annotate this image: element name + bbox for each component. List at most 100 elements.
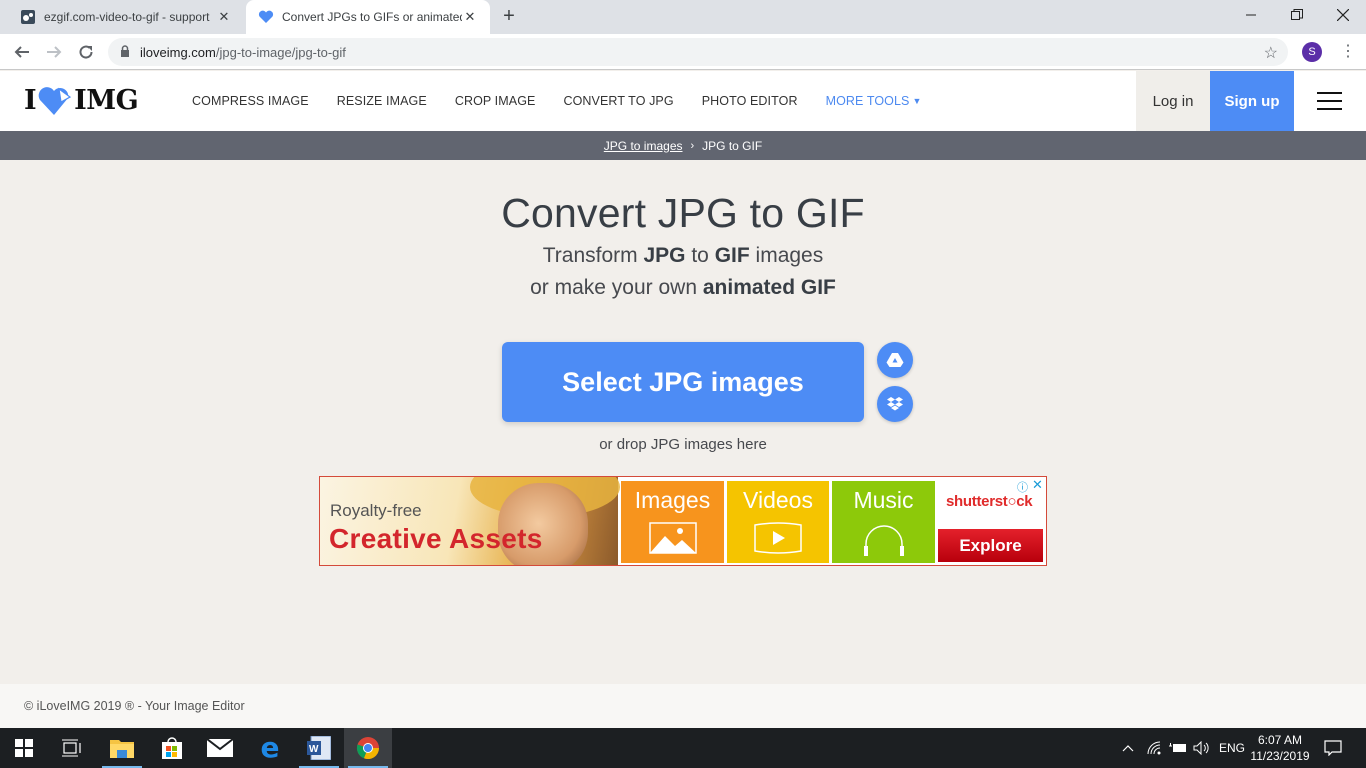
show-hidden-icons[interactable]	[1122, 728, 1134, 768]
ad-explore-button[interactable]: Explore	[938, 529, 1043, 562]
mail-envelope-icon	[207, 739, 233, 757]
ad-tile-images[interactable]: Images	[621, 481, 724, 563]
action-center-icon[interactable]	[1324, 728, 1342, 768]
ad-eyebrow: Royalty-free	[330, 501, 422, 520]
caret-down-icon: ▼	[912, 96, 922, 106]
breadcrumb-current: JPG to GIF	[702, 138, 763, 153]
svg-text:W: W	[309, 744, 319, 755]
ad-tile-label: Images	[634, 487, 711, 513]
file-explorer-button[interactable]	[98, 728, 146, 768]
word-doc-icon: W	[307, 736, 331, 760]
main-nav: COMPRESS IMAGE RESIZE IMAGE CROP IMAGE C…	[192, 71, 950, 131]
browser-tab-strip: ezgif.com-video-to-gif - support ✕ Conve…	[0, 0, 1366, 34]
language-indicator[interactable]: ENG	[1219, 728, 1245, 768]
signup-button[interactable]: Sign up	[1210, 71, 1294, 131]
restore-button[interactable]	[1274, 0, 1320, 30]
task-view-icon	[62, 739, 81, 757]
tab-iloveimg[interactable]: Convert JPGs to GIFs or animated ✕	[246, 0, 490, 34]
edge-logo-icon: e	[260, 731, 280, 764]
wifi-icon[interactable]	[1146, 728, 1162, 768]
chrome-button[interactable]	[344, 728, 392, 768]
ad-tile-videos[interactable]: Videos	[727, 481, 829, 563]
clock-time: 6:07 AM	[1257, 733, 1303, 747]
heart-favicon-icon	[258, 9, 274, 25]
google-drive-icon	[886, 353, 904, 367]
select-images-button[interactable]: Select JPG images	[502, 342, 864, 422]
chrome-logo-icon	[356, 737, 380, 760]
logo-text-img: IMG	[74, 85, 139, 116]
breadcrumb-parent-link[interactable]: JPG to images	[604, 139, 683, 153]
reload-button[interactable]	[74, 40, 98, 64]
nav-crop-image[interactable]: CROP IMAGE	[455, 94, 536, 108]
close-tab-icon[interactable]: ✕	[462, 9, 478, 25]
breadcrumb: JPG to images › JPG to GIF	[0, 131, 1366, 160]
login-button[interactable]: Log in	[1136, 71, 1210, 131]
tab-title: ezgif.com-video-to-gif - support	[44, 10, 210, 24]
drop-hint: or drop JPG images here	[599, 436, 767, 453]
more-tools-label: MORE TOOLS	[825, 94, 910, 108]
main-content: Convert JPG to GIF Transform JPG to GIF …	[0, 160, 1366, 684]
mail-button[interactable]	[196, 728, 244, 768]
hamburger-menu-icon[interactable]	[1317, 92, 1342, 110]
microsoft-store-button[interactable]	[148, 728, 196, 768]
image-icon	[648, 522, 697, 554]
system-clock[interactable]: 6:07 AM 11/23/2019	[1250, 732, 1310, 764]
clock-date: 11/23/2019	[1250, 749, 1310, 763]
video-play-icon	[754, 522, 802, 554]
address-bar[interactable]: iloveimg.com/jpg-to-image/jpg-to-gif ☆	[108, 38, 1288, 66]
ad-headline: Creative Assets	[329, 523, 543, 554]
ad-tile-music[interactable]: Music	[832, 481, 935, 563]
volume-icon[interactable]	[1193, 728, 1211, 768]
browser-menu-icon[interactable]: ⋮	[1340, 42, 1356, 62]
ad-info-icon[interactable]: ⓘ	[1017, 479, 1028, 495]
windows-logo-icon	[15, 739, 33, 757]
url-host: iloveimg.com	[140, 44, 216, 60]
windows-taskbar: e W ENG 6:07 AM 11/23/2019	[0, 728, 1366, 768]
nav-compress-image[interactable]: COMPRESS IMAGE	[192, 94, 309, 108]
google-drive-button[interactable]	[877, 342, 913, 378]
shutterstock-logo: shutterst○ck	[946, 493, 1033, 510]
close-tab-icon[interactable]: ✕	[216, 9, 232, 25]
forward-arrow-icon	[47, 46, 62, 58]
site-header: I IMG COMPRESS IMAGE RESIZE IMAGE CROP I…	[0, 71, 1366, 131]
tab-title: Convert JPGs to GIFs or animated	[282, 10, 462, 24]
heart-logo-icon	[38, 86, 72, 115]
edge-browser-button[interactable]: e	[246, 728, 294, 768]
ad-tile-label: Videos	[743, 487, 813, 513]
page-title: Convert JPG to GIF	[501, 190, 865, 236]
task-view-button[interactable]	[48, 728, 96, 768]
ad-tile-label: Music	[853, 487, 914, 513]
folder-icon	[110, 740, 134, 758]
dropbox-button[interactable]	[877, 386, 913, 422]
close-window-button[interactable]	[1320, 0, 1366, 30]
nav-resize-image[interactable]: RESIZE IMAGE	[337, 94, 427, 108]
word-button[interactable]: W	[295, 728, 343, 768]
reload-icon	[79, 45, 93, 59]
new-tab-button[interactable]: +	[498, 6, 520, 28]
url-path: /jpg-to-image/jpg-to-gif	[215, 44, 346, 60]
profile-avatar[interactable]: S	[1302, 42, 1322, 62]
browser-toolbar: iloveimg.com/jpg-to-image/jpg-to-gif ☆ S…	[0, 34, 1366, 70]
tab-ezgif[interactable]: ezgif.com-video-to-gif - support ✕	[8, 0, 244, 34]
iloveimg-logo[interactable]: I IMG	[24, 85, 139, 116]
store-bag-icon	[162, 737, 182, 759]
battery-icon[interactable]	[1169, 728, 1187, 768]
lock-icon	[120, 44, 130, 60]
nav-more-tools[interactable]: MORE TOOLS ▼	[826, 94, 922, 108]
nav-photo-editor[interactable]: PHOTO EDITOR	[702, 94, 798, 108]
advertisement-banner[interactable]: Royalty-free Creative Assets Images Vide…	[319, 476, 1047, 566]
headphones-icon	[863, 525, 904, 556]
minimize-button[interactable]	[1228, 0, 1274, 30]
start-button[interactable]	[0, 728, 48, 768]
footer-copyright: © iLoveIMG 2019 ® - Your Image Editor	[24, 699, 245, 713]
forward-button[interactable]	[42, 40, 66, 64]
logo-text-i: I	[24, 85, 37, 116]
ad-close-icon[interactable]: ✕	[1032, 477, 1043, 493]
bookmark-star-icon[interactable]: ☆	[1264, 43, 1278, 63]
breadcrumb-separator-icon: ›	[690, 139, 695, 152]
back-arrow-icon	[14, 46, 29, 58]
ezgif-favicon-icon	[20, 9, 36, 25]
back-button[interactable]	[10, 40, 34, 64]
site-footer: © iLoveIMG 2019 ® - Your Image Editor	[0, 684, 1366, 728]
nav-convert-to-jpg[interactable]: CONVERT TO JPG	[563, 94, 673, 108]
